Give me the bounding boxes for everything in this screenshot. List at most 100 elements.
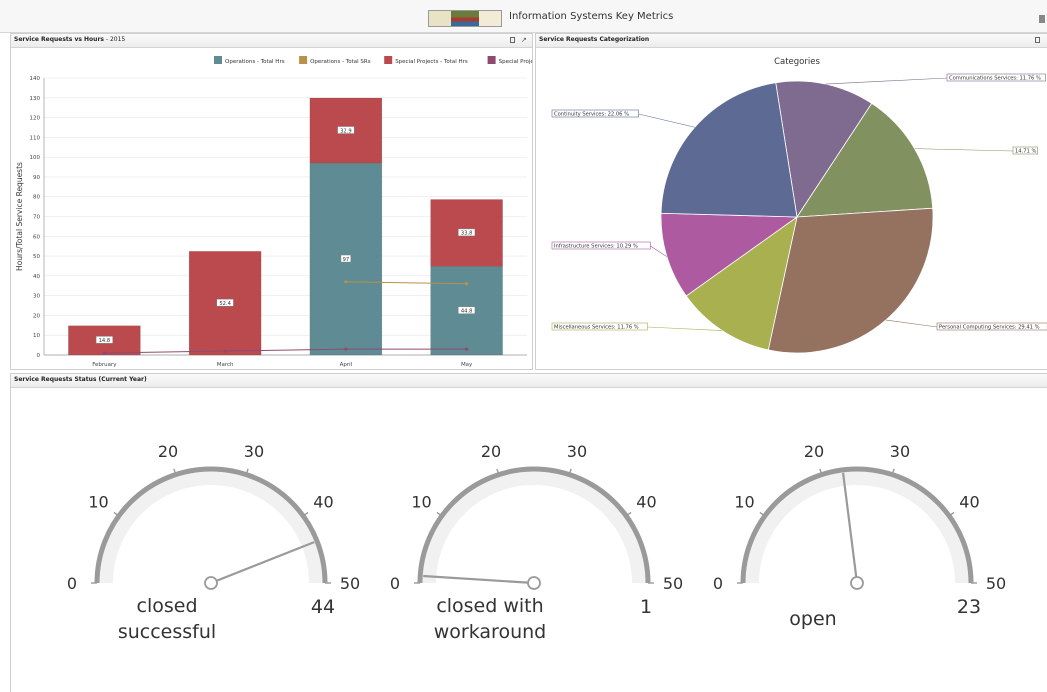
gauge-label: closed: [137, 595, 198, 617]
slice-label: 14.71 %: [1015, 149, 1036, 155]
series-point: [344, 347, 348, 351]
gauge-tick-label: 30: [567, 442, 587, 461]
gauge-needle: [423, 574, 535, 585]
gauge-2: 0 10 20 30 40 50 closed with workaround 1: [390, 442, 683, 643]
gauge-value: 1: [640, 596, 652, 618]
gauge-hub: [204, 576, 218, 590]
data-label: 52.4: [219, 301, 231, 307]
leader-line: [638, 113, 695, 128]
y-axis-title: Hours/Total Service Requests: [15, 162, 24, 271]
series-line: [104, 348, 467, 354]
data-label: 97: [343, 257, 350, 263]
legend-swatch: [384, 56, 393, 64]
gauge-hub: [850, 576, 864, 590]
y-tick-label: 100: [30, 155, 41, 161]
gauge-band: [743, 469, 971, 583]
stacked-bar-chart: Operations - Total Hrs Operations - Total…: [15, 56, 532, 368]
service-requests-categorization-panel: Service Requests Categorization Categori…: [535, 33, 1047, 370]
legend-swatch: [214, 56, 222, 64]
status-gauges: 01020 304050closedsuccessful4401020 304050…: [67, 442, 1006, 643]
y-tick-label: 90: [33, 175, 40, 181]
series-point: [102, 351, 106, 355]
y-tick-label: 40: [33, 274, 40, 280]
series-point: [344, 280, 348, 284]
pie-slice: [660, 82, 798, 218]
slice-label: Miscellaneous Services: 11.76 %: [554, 325, 639, 331]
gauge-hub: [527, 576, 541, 590]
gauge-value: 44: [311, 596, 335, 618]
gauge-band: [420, 469, 648, 583]
slice-label: Communications Services: 11.76 %: [949, 76, 1041, 82]
pie-title: Categories: [774, 57, 820, 67]
y-tick-label: 140: [30, 76, 41, 82]
gauge-tick-label: 20: [481, 442, 501, 461]
series-point: [465, 347, 469, 351]
gauge-tick-label: 40: [636, 492, 656, 511]
gauge-tick-label: 40: [959, 492, 979, 511]
y-tick-label: 60: [33, 234, 40, 240]
slice-label: Infrastructure Services: 10.29 %: [554, 244, 638, 250]
x-tick-label: March: [217, 362, 234, 368]
city-logo: [428, 10, 502, 27]
data-label: 14.8: [99, 338, 111, 344]
x-tick-label: May: [461, 362, 473, 368]
series-point: [223, 349, 227, 353]
service-requests-vs-hours-panel: Service Requests vs Hours - 2015 ↗ Opera…: [10, 33, 533, 370]
gauge-label: successful: [118, 621, 216, 643]
gauge-needle: [210, 541, 315, 585]
gauge-label: open: [789, 608, 836, 630]
gauge-tick-label: 0: [713, 574, 723, 593]
legend-swatch: [299, 56, 308, 64]
legend-label: Operations - Total Hrs: [225, 59, 285, 65]
gauge-tick-label: 10: [411, 492, 431, 511]
y-tick-label: 70: [33, 215, 40, 221]
gauge-tick-label: 50: [986, 574, 1006, 593]
gauge-tick-label: 30: [890, 442, 910, 461]
y-tick-label: 110: [30, 135, 41, 141]
gauge-tick-label: 0: [67, 574, 77, 593]
gauge-band: [97, 469, 325, 583]
gauge-label: closed with: [436, 595, 543, 617]
gauge-tick-label: 40: [313, 492, 333, 511]
gauge-1: 0 10 20 30 40 50 closed successful 44: [67, 442, 360, 643]
pie-chart: Categories Communications Services: 11.76…: [551, 57, 1047, 354]
service-requests-status-panel: Service Requests Status (Current Year) 0…: [10, 373, 1047, 692]
leader-line: [885, 319, 938, 328]
gauge-tick-label: 30: [244, 442, 264, 461]
gauge-value: 23: [957, 596, 981, 618]
y-tick-label: 0: [37, 353, 41, 359]
y-tick-label: 30: [33, 294, 40, 300]
x-tick-label: April: [340, 362, 353, 368]
y-tick-label: 130: [30, 96, 41, 102]
legend-label: Operations - Total SRs: [310, 59, 371, 65]
gauge-tick-label: 50: [340, 574, 360, 593]
gauge-tick-label: 10: [88, 492, 108, 511]
gauge-tick-label: 10: [734, 492, 754, 511]
gauge-tick-label: 20: [158, 442, 178, 461]
series-point: [465, 282, 469, 286]
gauge-tick-label: 0: [390, 574, 400, 593]
x-tick-label: February: [92, 362, 117, 368]
page-title: Information Systems Key Metrics: [509, 11, 674, 22]
gauge-tick-label: 50: [663, 574, 683, 593]
leader-line: [914, 148, 1014, 152]
gauge-tick-label: 20: [804, 442, 824, 461]
menu-icon[interactable]: [1039, 15, 1045, 23]
data-label: 44.8: [461, 308, 473, 314]
leader-line: [647, 326, 723, 331]
y-tick-label: 20: [33, 313, 40, 319]
legend-label: Special Projects - Total SRs: [499, 59, 532, 65]
slice-label: Personal Computing Services: 29.41 %: [939, 325, 1040, 331]
gauge-3: 0 10 20 30 40 50 open 23: [713, 442, 1006, 630]
data-label: 32.9: [340, 128, 352, 134]
y-tick-label: 10: [33, 333, 40, 339]
y-tick-label: 120: [30, 116, 41, 122]
gauge-needle: [841, 472, 859, 584]
data-label: 33.8: [461, 231, 473, 237]
leader-line: [825, 77, 948, 85]
legend-label: Special Projects - Total Hrs: [395, 59, 468, 65]
gauge-label: workaround: [434, 621, 546, 643]
y-tick-label: 50: [33, 254, 40, 260]
legend-swatch: [487, 56, 496, 64]
slice-label: Continuity Services: 22.06 %: [554, 112, 629, 118]
